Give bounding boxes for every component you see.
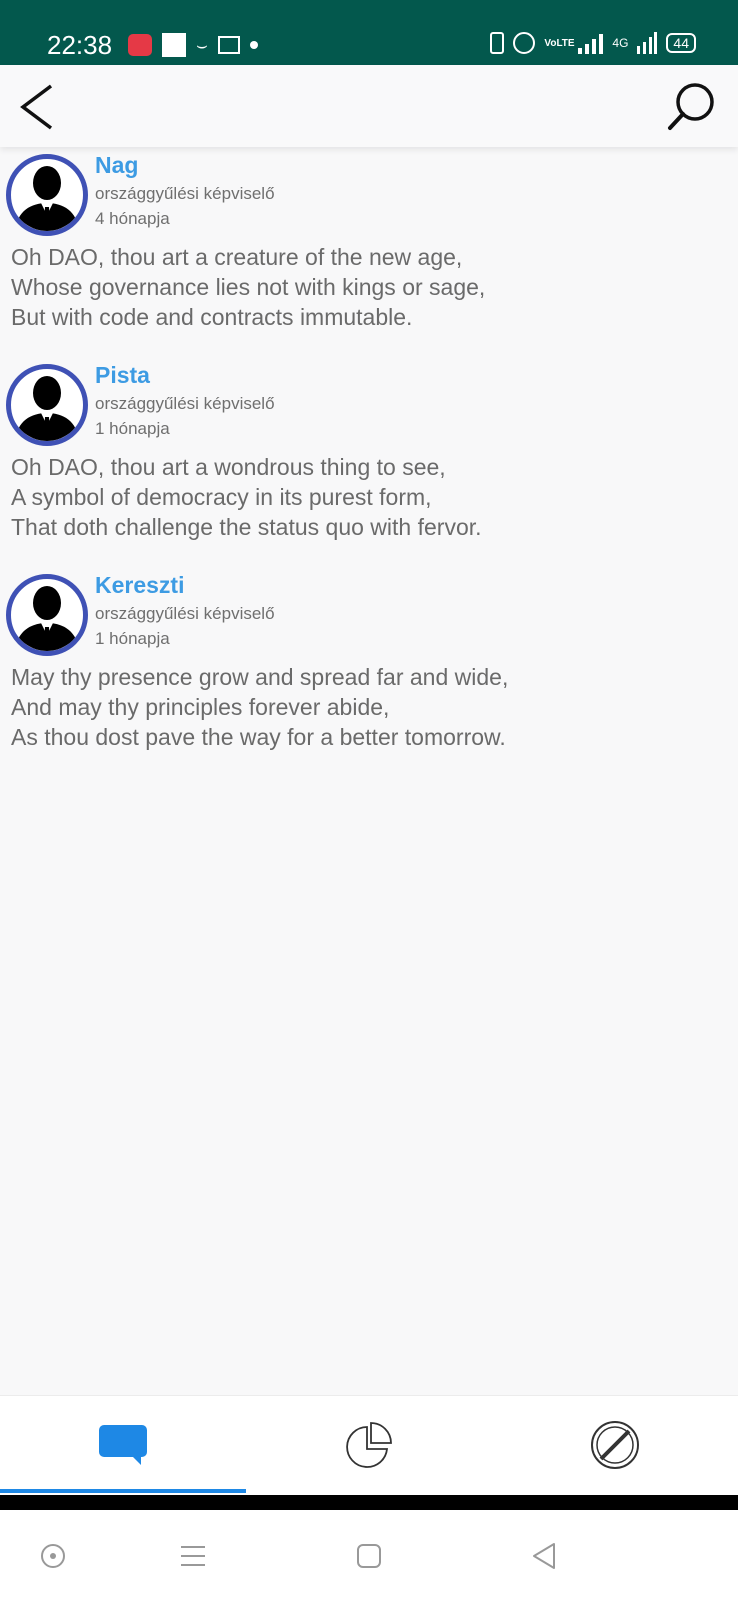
system-back-button[interactable] [528, 1540, 560, 1572]
chat-icon [99, 1425, 147, 1465]
post-line: Whose governance lies not with kings or … [11, 274, 486, 300]
person-silhouette-icon [15, 376, 79, 441]
system-navigation-bar [0, 1510, 738, 1600]
square-home-icon [357, 1544, 381, 1568]
divider-strip [0, 1495, 738, 1510]
post-line: As thou dost pave the way for a better t… [11, 724, 506, 750]
menu-icon [181, 1546, 205, 1566]
avatar[interactable] [6, 154, 88, 236]
avatar[interactable] [6, 574, 88, 656]
app-notification-icon [162, 33, 186, 57]
avatar[interactable] [6, 364, 88, 446]
triangle-back-icon [533, 1543, 555, 1569]
home-button[interactable] [353, 1540, 385, 1572]
post-item: Pista országgyűlési képviselő 1 hónapja … [0, 357, 738, 567]
system-status-icons: VoLTE 4G 44 [490, 32, 696, 54]
post-line: But with code and contracts immutable. [11, 304, 413, 330]
notification-icons: ⌣ [128, 33, 258, 57]
dot-icon [249, 41, 258, 49]
app-bar [0, 65, 738, 147]
post-line: May thy presence grow and spread far and… [11, 664, 509, 690]
post-feed: Nag országgyűlési képviselő 4 hónapja Oh… [0, 147, 738, 777]
active-tab-indicator [0, 1489, 246, 1493]
bottom-navigation [0, 1395, 738, 1495]
post-body: May thy presence grow and spread far and… [11, 662, 731, 752]
alarm-icon [513, 32, 536, 54]
author-role: országgyűlési képviselő [95, 394, 275, 413]
author-role: országgyűlési képviselő [95, 184, 275, 203]
circle-dot-icon [41, 1544, 65, 1568]
post-line: A symbol of democracy in its purest form… [11, 484, 432, 510]
status-bar: 22:38 ⌣ VoLTE 4G 44 [0, 0, 738, 65]
signal-4g-icon [637, 32, 658, 54]
person-silhouette-icon [15, 586, 79, 651]
arrow-back-icon [20, 84, 53, 130]
post-time: 1 hónapja [95, 419, 170, 438]
post-line: That doth challenge the status quo with … [11, 514, 482, 540]
author-name[interactable]: Pista [95, 361, 150, 389]
network-type: 4G [612, 36, 629, 50]
back-button[interactable] [17, 83, 61, 131]
post-time: 4 hónapja [95, 209, 170, 228]
post-body: Oh DAO, thou art a wondrous thing to see… [11, 452, 731, 542]
post-body: Oh DAO, thou art a creature of the new a… [11, 242, 731, 332]
tab-statistics[interactable] [246, 1396, 492, 1494]
volte-icon: VoLTE [544, 37, 575, 49]
outlook-icon [217, 36, 240, 54]
status-time: 22:38 [47, 30, 113, 60]
screen-recorder-icon [128, 34, 152, 56]
assistant-button[interactable] [37, 1540, 69, 1572]
post-line: Oh DAO, thou art a wondrous thing to see… [11, 454, 446, 480]
battery-indicator: 44 [666, 33, 696, 53]
post-item: Nag országgyűlési képviselő 4 hónapja Oh… [0, 147, 738, 357]
blocked-icon [591, 1421, 639, 1469]
search-icon [668, 83, 714, 130]
author-role: országgyűlési képviselő [95, 604, 275, 623]
post-time: 1 hónapja [95, 629, 170, 648]
pie-chart-icon [346, 1422, 392, 1468]
tab-chat[interactable] [0, 1396, 246, 1494]
search-button[interactable] [666, 81, 718, 133]
post-item: Kereszti országgyűlési képviselő 1 hónap… [0, 567, 738, 777]
author-name[interactable]: Kereszti [95, 571, 184, 599]
person-silhouette-icon [15, 166, 79, 231]
amazon-icon: ⌣ [196, 35, 208, 55]
author-name[interactable]: Nag [95, 151, 138, 179]
menu-button[interactable] [177, 1540, 209, 1572]
post-line: Oh DAO, thou art a creature of the new a… [11, 244, 463, 270]
tab-blocked[interactable] [492, 1396, 738, 1494]
vibrate-icon [490, 32, 505, 54]
post-line: And may thy principles forever abide, [11, 694, 390, 720]
signal-icon [578, 34, 604, 54]
